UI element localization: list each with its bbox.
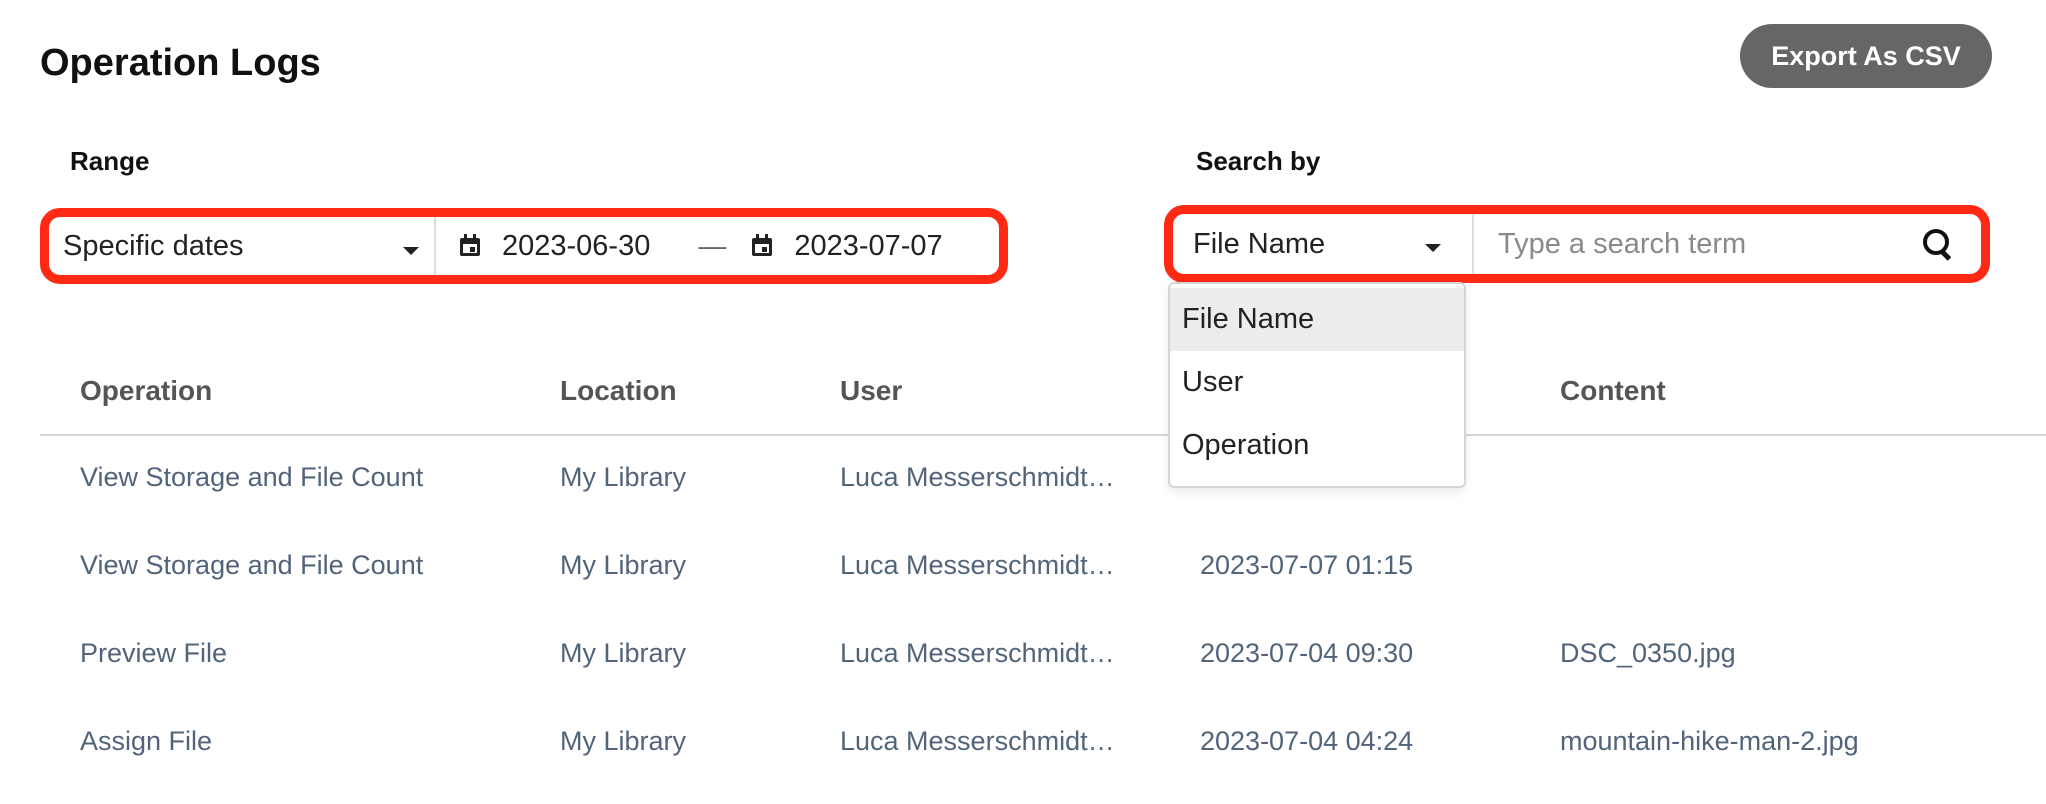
search-icon[interactable] (1921, 227, 1955, 261)
cell-content: DSC_0350.jpg (1560, 638, 1736, 668)
page-title: Operation Logs (40, 42, 321, 84)
dropdown-option-file-name[interactable]: File Name (1170, 288, 1464, 351)
column-header-user[interactable]: User (840, 375, 902, 407)
calendar-icon (458, 234, 482, 258)
cell-operation[interactable]: Assign File (80, 726, 212, 757)
end-date-value: 2023-07-07 (794, 229, 943, 262)
search-by-select[interactable]: File Name (1173, 214, 1474, 274)
table-header: Operation Location User Content (0, 375, 2046, 435)
cell-operation[interactable]: View Storage and File Count (80, 550, 423, 581)
cell-user: Luca Messerschmidt… (840, 638, 1115, 668)
start-date-value: 2023-06-30 (502, 229, 651, 262)
table-row[interactable]: Preview File My Library Luca Messerschmi… (0, 638, 2046, 698)
cell-location: My Library (560, 726, 687, 756)
cell-location: My Library (560, 550, 687, 580)
cell-user: Luca Messerschmidt… (840, 550, 1115, 580)
end-date-field[interactable]: 2023-07-07 (750, 229, 943, 263)
cell-time: 2023-07-04 09:30 (1200, 638, 1414, 668)
export-csv-button[interactable]: Export As CSV (1740, 24, 1992, 88)
cell-time: 2023-07-04 04:24 (1200, 726, 1414, 756)
table-row[interactable]: View Storage and File Count My Library L… (0, 550, 2046, 610)
table-row[interactable]: View Storage and File Count My Library L… (0, 462, 2046, 522)
column-header-content[interactable]: Content (1560, 375, 1666, 407)
chevron-down-icon (403, 247, 419, 255)
range-label: Range (70, 146, 150, 176)
cell-user: Luca Messerschmidt… (840, 462, 1115, 492)
search-controls: File Name (1164, 205, 1990, 283)
dropdown-option-user[interactable]: User (1170, 351, 1464, 414)
chevron-down-icon (1425, 244, 1441, 252)
cell-operation[interactable]: View Storage and File Count (80, 462, 423, 493)
dropdown-option-operation[interactable]: Operation (1170, 414, 1464, 477)
column-header-location[interactable]: Location (560, 375, 677, 407)
cell-location: My Library (560, 638, 687, 668)
search-by-dropdown-menu: File Name User Operation (1168, 282, 1466, 488)
date-range: 2023-06-30 — 2023-07-07 (436, 217, 999, 275)
start-date-field[interactable]: 2023-06-30 (458, 230, 650, 263)
range-controls: Specific dates 2023-06-30 — 2023-07-07 (40, 208, 1008, 284)
cell-time: 2023-07-07 01:15 (1200, 550, 1414, 580)
table-row[interactable]: Assign File My Library Luca Messerschmid… (0, 726, 2046, 786)
range-select[interactable]: Specific dates (49, 217, 436, 275)
column-header-operation[interactable]: Operation (80, 375, 212, 407)
header-divider (40, 434, 2046, 436)
search-input[interactable] (1474, 213, 1921, 275)
cell-operation[interactable]: Preview File (80, 638, 227, 669)
range-select-value: Specific dates (63, 229, 244, 262)
calendar-icon (750, 234, 774, 258)
operation-logs-page: Operation Logs Export As CSV Range Searc… (0, 0, 2046, 804)
search-by-label: Search by (1196, 146, 1321, 176)
cell-content: mountain-hike-man-2.jpg (1560, 726, 1859, 756)
date-separator: — (698, 230, 727, 261)
cell-location: My Library (560, 462, 687, 492)
search-by-select-value: File Name (1193, 227, 1326, 260)
cell-user: Luca Messerschmidt… (840, 726, 1115, 756)
